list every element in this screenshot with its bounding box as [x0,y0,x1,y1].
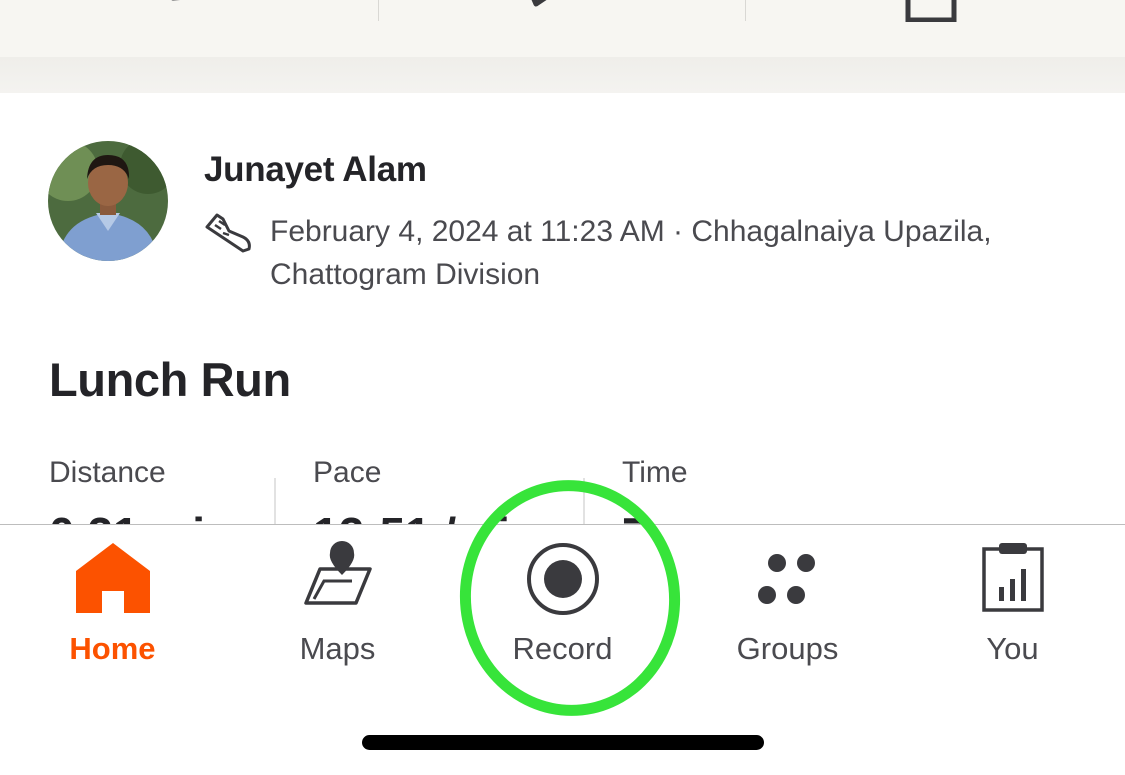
tab-record[interactable]: Record [450,525,675,685]
action-divider [378,0,379,21]
stat-value-distance: 0.21 mi [49,505,205,524]
tab-label-groups: Groups [736,631,839,666]
action-divider [745,0,746,21]
share-icon[interactable] [890,0,970,22]
activity-meta: February 4, 2024 at 11:23 AM · Chhagalna… [270,215,992,291]
record-icon [526,543,599,615]
stat-value-pace: 12:51 /mi [313,505,510,524]
avatar[interactable] [48,141,168,261]
clipboard-chart-icon [981,543,1044,612]
tab-label-you: You [986,631,1039,666]
kudos-icon[interactable] [155,0,235,22]
tab-groups[interactable]: Groups [675,525,900,685]
tab-home[interactable]: Home [0,525,225,685]
tab-maps[interactable]: Maps [225,525,450,685]
home-indicator[interactable] [362,735,764,750]
tab-you[interactable]: You [900,525,1125,685]
stat-divider [583,478,585,524]
avatar-photo [48,141,168,261]
activity-title[interactable]: Lunch Run [49,352,291,407]
stat-label-time: Time [622,456,688,489]
action-bar-shadow [0,57,1125,93]
home-icon [75,543,150,613]
stat-label-pace: Pace [313,456,382,489]
tab-label-record: Record [512,631,613,666]
stat-divider [274,478,276,524]
map-pin-icon [303,541,372,605]
groups-icon [757,554,815,604]
action-bar [0,0,1125,57]
stat-value-time: 7m [622,505,688,524]
athlete-name[interactable]: Junayet Alam [204,150,427,190]
tab-label-home: Home [69,631,156,666]
stat-label-distance: Distance [49,456,166,489]
tab-label-maps: Maps [299,631,376,666]
comment-icon[interactable] [522,0,602,22]
running-shoe-icon [205,213,251,253]
